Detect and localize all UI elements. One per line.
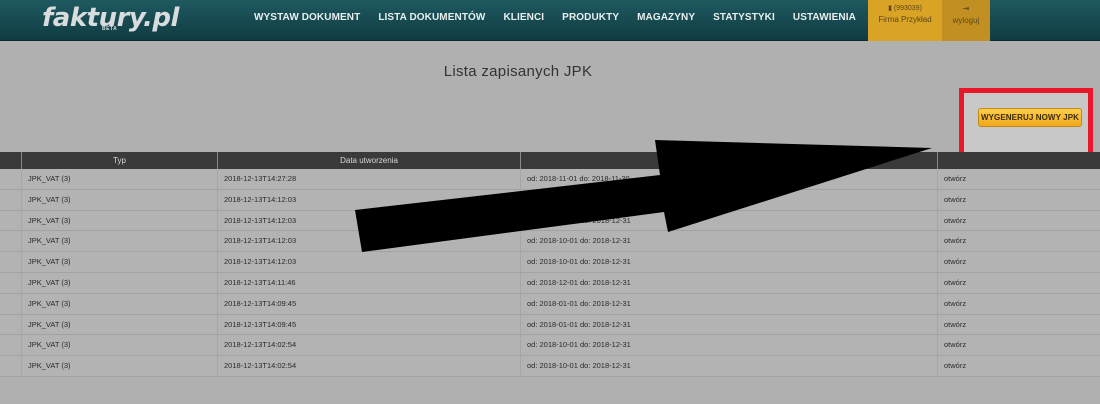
row-open-link[interactable]: otwórz bbox=[938, 169, 1100, 189]
company-name: Firma Przykład bbox=[878, 15, 932, 24]
generate-jpk-button[interactable]: WYGENERUJ NOWY JPK bbox=[978, 108, 1082, 127]
row-checkbox-cell bbox=[0, 169, 22, 189]
nav-klienci[interactable]: KLIENCI bbox=[503, 12, 544, 23]
table-row: JPK_VAT (3) 2018-12-13T14:12:03 od: 2018-1… bbox=[0, 210, 1100, 232]
nav-wystaw-dokument[interactable]: WYSTAW DOKUMENT bbox=[254, 12, 360, 23]
company-switcher[interactable]: ▮ (993039) Firma Przykład bbox=[868, 0, 942, 41]
main-nav: WYSTAW DOKUMENT LISTA DOKUMENTÓW KLIENCI… bbox=[254, 0, 874, 34]
row-period: od: 2018-10-01 do: 2018-12-31 bbox=[521, 356, 938, 376]
nav-statystyki[interactable]: STATYSTYKI bbox=[713, 12, 775, 23]
col-header-blank bbox=[0, 152, 22, 169]
row-open-link[interactable]: otwórz bbox=[938, 315, 1100, 335]
row-checkbox-cell bbox=[0, 293, 22, 314]
table-row: JPK_VAT (3) 2018-12-13T14:09:45 od: 2018-0… bbox=[0, 314, 1100, 336]
table-row: JPK_VAT (3) 2018-12-13T14:09:45 od: 2018-0… bbox=[0, 293, 1100, 315]
row-created: 2018-12-13T14:27:28 bbox=[218, 169, 521, 189]
row-open-link[interactable]: otwórz bbox=[938, 231, 1100, 251]
table-row: JPK_VAT (3) 2018-12-13T14:11:46 od: 2018-1… bbox=[0, 272, 1100, 294]
row-type: JPK_VAT (3) bbox=[22, 293, 218, 314]
row-type: JPK_VAT (3) bbox=[22, 314, 218, 335]
row-open-link[interactable]: otwórz bbox=[938, 335, 1100, 355]
row-checkbox-cell bbox=[0, 231, 22, 252]
nav-magazyny[interactable]: MAGAZYNY bbox=[637, 12, 695, 23]
row-created: 2018-12-13T14:12:03 bbox=[218, 210, 521, 231]
row-open-link[interactable]: otwórz bbox=[938, 273, 1100, 293]
logout-button[interactable]: ⇥ wyloguj bbox=[942, 0, 990, 41]
row-type: JPK_VAT (3) bbox=[22, 356, 218, 376]
row-open-link[interactable]: otwórz bbox=[938, 356, 1100, 376]
jpk-table: Typ Data utworzenia JPK_VAT (3) 2018-12-1… bbox=[0, 152, 1100, 377]
row-created: 2018-12-13T14:12:03 bbox=[218, 231, 521, 252]
table-body: JPK_VAT (3) 2018-12-13T14:27:28 od: 2018-1… bbox=[0, 169, 1100, 377]
row-open-link[interactable]: otwórz bbox=[938, 294, 1100, 314]
row-period: od: 2018-12-01 do: 2018-12-31 bbox=[521, 272, 938, 293]
page-title: Lista zapisanych JPK bbox=[443, 63, 593, 80]
row-type: JPK_VAT (3) bbox=[22, 231, 218, 252]
row-checkbox-cell bbox=[0, 210, 22, 231]
row-period: od: 2018-01-01 do: 2018-12-31 bbox=[521, 314, 938, 335]
beta-badge: BETA bbox=[102, 26, 118, 32]
row-checkbox-cell bbox=[0, 252, 22, 272]
row-checkbox-cell bbox=[0, 189, 22, 210]
row-created: 2018-12-13T14:12:03 bbox=[218, 252, 521, 272]
building-icon: ▮ bbox=[888, 5, 892, 12]
row-type: JPK_VAT (3) bbox=[22, 272, 218, 293]
row-checkbox-cell bbox=[0, 335, 22, 356]
col-header-action bbox=[938, 152, 1100, 169]
table-row: JPK_VAT (3) 2018-12-13T14:02:54 od: 2018-1… bbox=[0, 356, 1100, 377]
row-period: od: 2018-10-01 do: 2018-12-31 bbox=[521, 210, 938, 231]
logout-label: wyloguj bbox=[952, 16, 980, 25]
table-row: JPK_VAT (3) 2018-12-13T14:02:54 od: 2018-1… bbox=[0, 335, 1100, 357]
nav-produkty[interactable]: PRODUKTY bbox=[562, 12, 619, 23]
row-period: od: 2018-11-01 do: 2018-11-30 bbox=[521, 169, 938, 189]
logout-icon: ⇥ bbox=[962, 4, 970, 13]
table-header: Typ Data utworzenia bbox=[0, 152, 1100, 169]
row-created: 2018-12-13T14:02:54 bbox=[218, 356, 521, 376]
row-created: 2018-12-13T14:09:45 bbox=[218, 314, 521, 335]
nav-lista-dokumentow[interactable]: LISTA DOKUMENTÓW bbox=[378, 12, 485, 23]
row-period: od: 2018-10-01 do: 2018-12-31 bbox=[521, 335, 938, 356]
row-type: JPK_VAT (3) bbox=[22, 210, 218, 231]
col-header-period bbox=[521, 152, 938, 169]
row-type: JPK_VAT (3) bbox=[22, 169, 218, 189]
nav-ustawienia[interactable]: USTAWIENIA bbox=[793, 12, 856, 23]
row-open-link[interactable]: otwórz bbox=[938, 190, 1100, 210]
col-header-data-utworzenia[interactable]: Data utworzenia bbox=[218, 152, 521, 169]
row-open-link[interactable]: otwórz bbox=[938, 252, 1100, 272]
row-created: 2018-12-13T14:09:45 bbox=[218, 293, 521, 314]
col-header-typ[interactable]: Typ bbox=[22, 152, 218, 169]
row-created: 2018-12-13T14:11:46 bbox=[218, 272, 521, 293]
row-checkbox-cell bbox=[0, 272, 22, 293]
row-period: od: 2018-10-01 do: 2018-12-31 bbox=[521, 189, 938, 210]
row-checkbox-cell bbox=[0, 314, 22, 335]
row-created: 2018-12-13T14:12:03 bbox=[218, 189, 521, 210]
row-period: od: 2018-10-01 do: 2018-12-31 bbox=[521, 252, 938, 272]
table-row: JPK_VAT (3) 2018-12-13T14:12:03 od: 2018-1… bbox=[0, 252, 1100, 273]
table-row: JPK_VAT (3) 2018-12-13T14:27:28 od: 2018-1… bbox=[0, 169, 1100, 190]
row-checkbox-cell bbox=[0, 356, 22, 376]
row-open-link[interactable]: otwórz bbox=[938, 211, 1100, 231]
table-row: JPK_VAT (3) 2018-12-13T14:12:03 od: 2018-1… bbox=[0, 231, 1100, 253]
top-header: faktury.pl BETA WYSTAW DOKUMENT LISTA DO… bbox=[0, 0, 1100, 41]
row-period: od: 2018-01-01 do: 2018-12-31 bbox=[521, 293, 938, 314]
row-created: 2018-12-13T14:02:54 bbox=[218, 335, 521, 356]
row-type: JPK_VAT (3) bbox=[22, 335, 218, 356]
row-type: JPK_VAT (3) bbox=[22, 189, 218, 210]
company-id: (993039) bbox=[893, 5, 922, 12]
row-period: od: 2018-10-01 do: 2018-12-31 bbox=[521, 231, 938, 252]
row-type: JPK_VAT (3) bbox=[22, 252, 218, 272]
table-row: JPK_VAT (3) 2018-12-13T14:12:03 od: 2018-1… bbox=[0, 189, 1100, 211]
